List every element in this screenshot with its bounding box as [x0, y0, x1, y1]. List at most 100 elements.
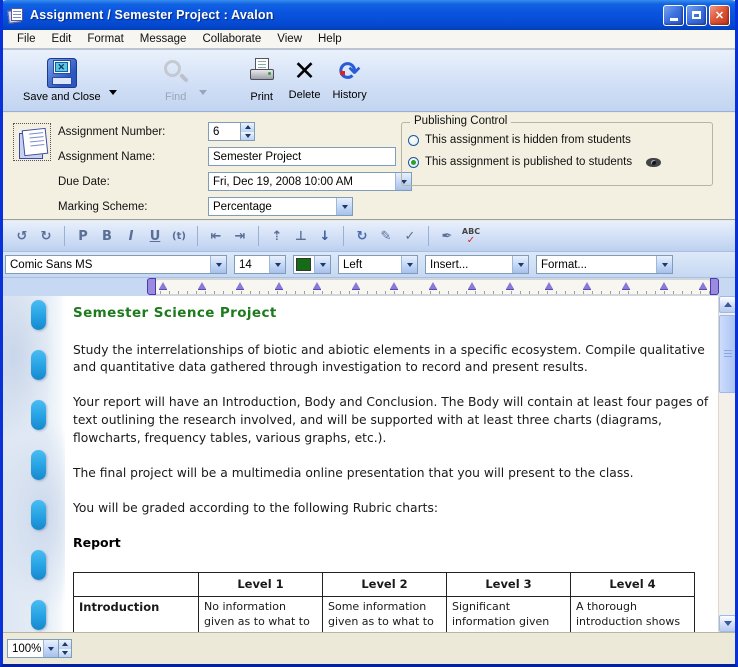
document-editor[interactable]: Semester Science Project Study the inter…	[3, 296, 735, 632]
space-above-icon[interactable]: ⇡	[266, 225, 288, 247]
save-icon: ✕	[47, 58, 77, 88]
radio-selected-icon[interactable]	[408, 157, 419, 168]
alignment-dropdown-arrow-icon[interactable]	[401, 256, 417, 273]
radio-hidden-option[interactable]: This assignment is hidden from students	[408, 134, 631, 146]
document-paragraph: Study the interrelationships of biotic a…	[73, 342, 711, 378]
assignment-icon	[13, 123, 51, 161]
font-color-swatch	[296, 258, 311, 271]
print-icon	[247, 58, 277, 88]
due-date-label: Due Date:	[58, 176, 208, 188]
application-window: Assignment / Semester Project : Avalon ✕…	[0, 0, 738, 667]
format-dropdown[interactable]: Format...	[536, 255, 673, 274]
font-size-dropdown[interactable]: 14	[234, 255, 286, 274]
marking-scheme-dropdown[interactable]: Percentage	[208, 197, 353, 216]
zoom-level-dropdown[interactable]: 100%	[7, 639, 59, 658]
radio-unselected-icon[interactable]	[408, 135, 419, 146]
alignment-dropdown[interactable]: Left	[338, 255, 418, 274]
delete-button[interactable]: ✕ Delete	[283, 56, 327, 103]
indent-icon[interactable]: ⇥	[229, 225, 251, 247]
bold-icon[interactable]: B	[96, 225, 118, 247]
baseline-icon[interactable]: ⊥	[290, 225, 312, 247]
main-toolbar: ✕ Save and Close Find Print ✕ Delete ⟳ H…	[3, 49, 735, 112]
document-paragraph: The final project will be a multimedia o…	[73, 465, 711, 483]
undo-icon[interactable]: ↺	[11, 225, 33, 247]
zoom-dropdown-arrow-icon[interactable]	[43, 640, 58, 657]
table-header-cell: Level 4	[571, 573, 695, 597]
eye-icon	[646, 158, 661, 167]
insert-dropdown-arrow-icon[interactable]	[512, 256, 528, 273]
menu-message[interactable]: Message	[132, 31, 195, 47]
scroll-down-icon[interactable]	[719, 615, 735, 632]
table-header-cell	[74, 573, 199, 597]
document-heading: Semester Science Project	[73, 304, 711, 324]
find-icon	[161, 58, 191, 88]
menu-view[interactable]: View	[269, 31, 310, 47]
print-button[interactable]: Print	[241, 56, 283, 105]
font-controls-row: Comic Sans MS 14 Left Insert... Format..…	[3, 252, 735, 278]
vertical-scrollbar[interactable]	[718, 296, 735, 632]
format-dropdown-arrow-icon[interactable]	[656, 256, 672, 273]
paragraph-icon[interactable]: P	[72, 225, 94, 247]
formatting-toolbar: ↺ ↻ P B I U (t) ⇤ ⇥ ⇡ ⊥ ↓ ↻ ✎ ✓ ✒ ABC ✓	[3, 221, 735, 252]
assignment-number-label: Assignment Number:	[58, 126, 208, 138]
scroll-up-icon[interactable]	[719, 296, 735, 313]
move-down-icon[interactable]: ↓	[314, 225, 336, 247]
outdent-icon[interactable]: ⇤	[205, 225, 227, 247]
table-cell: No information given as to what to expec…	[199, 597, 323, 632]
signature-icon[interactable]: ✒	[436, 225, 458, 247]
maximize-button[interactable]	[686, 5, 707, 26]
font-color-dropdown[interactable]	[293, 255, 331, 274]
document-body[interactable]: Semester Science Project Study the inter…	[65, 296, 717, 632]
find-button[interactable]: Find	[155, 56, 197, 105]
title-bar: Assignment / Semester Project : Avalon ✕	[0, 0, 738, 30]
menu-format[interactable]: Format	[79, 31, 131, 47]
ruler[interactable]	[151, 279, 715, 295]
marking-scheme-dropdown-arrow-icon[interactable]	[336, 198, 352, 215]
accept-icon[interactable]: ✓	[399, 225, 421, 247]
redo-icon[interactable]: ↻	[35, 225, 57, 247]
save-dropdown-arrow-icon[interactable]	[109, 90, 117, 95]
ruler-row	[3, 278, 735, 296]
underline-icon[interactable]: U	[144, 225, 166, 247]
document-paragraph: You will be graded according to the foll…	[73, 500, 711, 518]
font-family-dropdown-arrow-icon[interactable]	[210, 256, 226, 273]
citation-icon[interactable]: (t)	[168, 225, 190, 247]
menu-file[interactable]: File	[9, 31, 44, 47]
window-title: Assignment / Semester Project : Avalon	[30, 8, 663, 22]
save-and-close-button[interactable]: ✕ Save and Close	[17, 56, 107, 105]
table-cell: Significant information given reader is …	[447, 597, 571, 632]
rubric-table: Level 1 Level 2 Level 3 Level 4 Introduc…	[73, 572, 695, 632]
minimize-button[interactable]	[663, 5, 684, 26]
menu-collaborate[interactable]: Collaborate	[194, 31, 269, 47]
due-date-dropdown[interactable]: Fri, Dec 19, 2008 10:00 AM	[208, 172, 412, 191]
ruler-right-stop-icon[interactable]	[710, 278, 719, 295]
radio-published-option[interactable]: This assignment is published to students	[408, 156, 661, 168]
document-section-heading: Report	[73, 534, 711, 552]
stationery-margin	[3, 296, 65, 632]
menu-edit[interactable]: Edit	[44, 31, 80, 47]
assignment-number-spinner[interactable]	[241, 122, 255, 141]
document-paragraph: Your report will have an Introduction, B…	[73, 394, 711, 447]
assignment-name-label: Assignment Name:	[58, 151, 208, 163]
zoom-spinner[interactable]	[59, 639, 72, 658]
pencil-icon[interactable]: ✎	[375, 225, 397, 247]
table-cell: Introduction	[74, 597, 199, 632]
ruler-left-stop-icon[interactable]	[147, 278, 156, 295]
app-icon	[8, 7, 25, 24]
find-dropdown-arrow-icon[interactable]	[199, 90, 207, 95]
history-button[interactable]: ⟳ History	[326, 56, 372, 103]
assignment-name-field[interactable]	[208, 147, 396, 166]
menu-help[interactable]: Help	[310, 31, 350, 47]
scrollbar-thumb[interactable]	[719, 315, 735, 393]
insert-dropdown[interactable]: Insert...	[425, 255, 529, 274]
italic-icon[interactable]: I	[120, 225, 142, 247]
font-color-dropdown-arrow-icon[interactable]	[314, 256, 330, 273]
assignment-number-field[interactable]: 6	[208, 122, 241, 141]
font-size-dropdown-arrow-icon[interactable]	[269, 256, 285, 273]
spellcheck-icon[interactable]: ABC ✓	[460, 225, 482, 247]
history-icon: ⟳	[339, 58, 361, 86]
refresh-icon[interactable]: ↻	[351, 225, 373, 247]
font-family-dropdown[interactable]: Comic Sans MS	[5, 255, 227, 274]
close-button[interactable]: ✕	[709, 5, 730, 26]
publishing-control-legend: Publishing Control	[410, 115, 511, 127]
